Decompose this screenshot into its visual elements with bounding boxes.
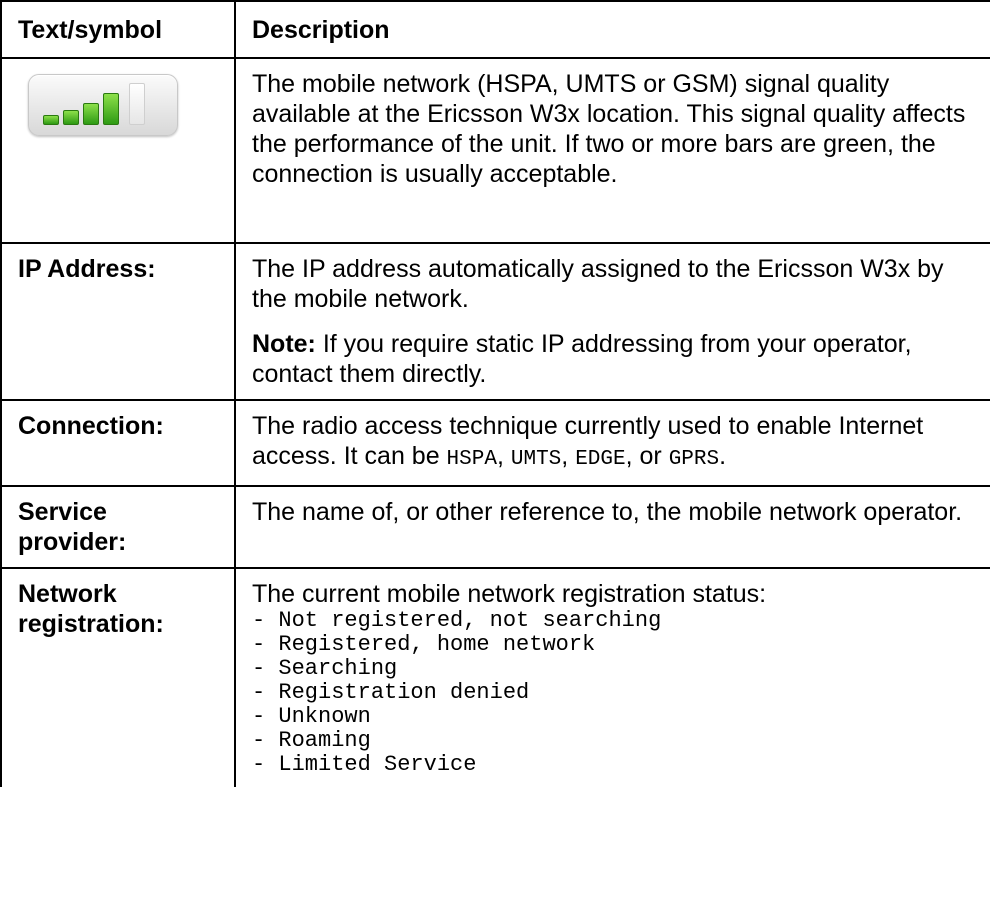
signal-description: The mobile network (HSPA, UMTS or GSM) s… bbox=[234, 57, 990, 244]
signal-symbol-cell bbox=[0, 57, 236, 244]
ip-description-text: The IP address automatically assigned to… bbox=[252, 255, 944, 313]
technique-edge: EDGE bbox=[575, 448, 626, 471]
label-line: provider: bbox=[18, 528, 127, 556]
table-row: Network registration: The current mobile… bbox=[0, 567, 990, 787]
table-row: The mobile network (HSPA, UMTS or GSM) s… bbox=[0, 57, 990, 244]
ip-address-label: IP Address: bbox=[0, 242, 236, 401]
signal-bar-2 bbox=[63, 110, 79, 125]
connection-label: Connection: bbox=[0, 399, 236, 487]
signal-strength-icon bbox=[28, 74, 178, 136]
technique-umts: UMTS bbox=[510, 448, 562, 471]
period: . bbox=[719, 442, 727, 470]
network-registration-label: Network registration: bbox=[0, 567, 236, 787]
network-registration-description: The current mobile network registration … bbox=[234, 567, 990, 787]
note-text: If you require static IP addressing from… bbox=[252, 330, 912, 388]
connection-description: The radio access technique currently use… bbox=[234, 399, 990, 487]
signal-bar-1 bbox=[43, 115, 59, 125]
list-item: - Registration denied bbox=[252, 680, 530, 705]
label-line: registration: bbox=[18, 610, 164, 638]
registration-status-list: - Not registered, not searching - Regist… bbox=[252, 609, 974, 777]
table-row: Service provider: The name of, or other … bbox=[0, 485, 990, 569]
label-line: Service bbox=[18, 498, 107, 526]
list-item: - Searching bbox=[252, 656, 398, 681]
reference-table: Text/symbol Description The mobile netwo… bbox=[0, 0, 990, 787]
header-row: Text/symbol Description bbox=[0, 0, 990, 59]
signal-bar-5 bbox=[129, 83, 145, 125]
separator: , or bbox=[625, 442, 669, 470]
list-item: - Roaming bbox=[252, 728, 371, 753]
label-line: Network bbox=[18, 580, 117, 608]
header-text-symbol: Text/symbol bbox=[0, 0, 236, 59]
list-item: - Limited Service bbox=[252, 752, 477, 777]
registration-intro: The current mobile network registration … bbox=[252, 580, 767, 608]
table-row: Connection: The radio access technique c… bbox=[0, 399, 990, 487]
signal-bar-4 bbox=[103, 93, 119, 125]
signal-bar-3 bbox=[83, 103, 99, 125]
list-item: - Registered, home network bbox=[252, 632, 596, 657]
service-provider-label: Service provider: bbox=[0, 485, 236, 569]
ip-address-description: The IP address automatically assigned to… bbox=[234, 242, 990, 401]
separator: , bbox=[496, 442, 511, 470]
technique-hspa: HSPA bbox=[446, 448, 497, 471]
technique-gprs: GPRS bbox=[668, 448, 720, 471]
ip-note: Note: If you require static IP addressin… bbox=[252, 329, 974, 389]
table-row: IP Address: The IP address automatically… bbox=[0, 242, 990, 401]
separator: , bbox=[561, 442, 576, 470]
header-description: Description bbox=[234, 0, 990, 59]
list-item: - Unknown bbox=[252, 704, 371, 729]
service-provider-description: The name of, or other reference to, the … bbox=[234, 485, 990, 569]
list-item: - Not registered, not searching bbox=[252, 608, 662, 633]
note-label: Note: bbox=[252, 330, 316, 358]
